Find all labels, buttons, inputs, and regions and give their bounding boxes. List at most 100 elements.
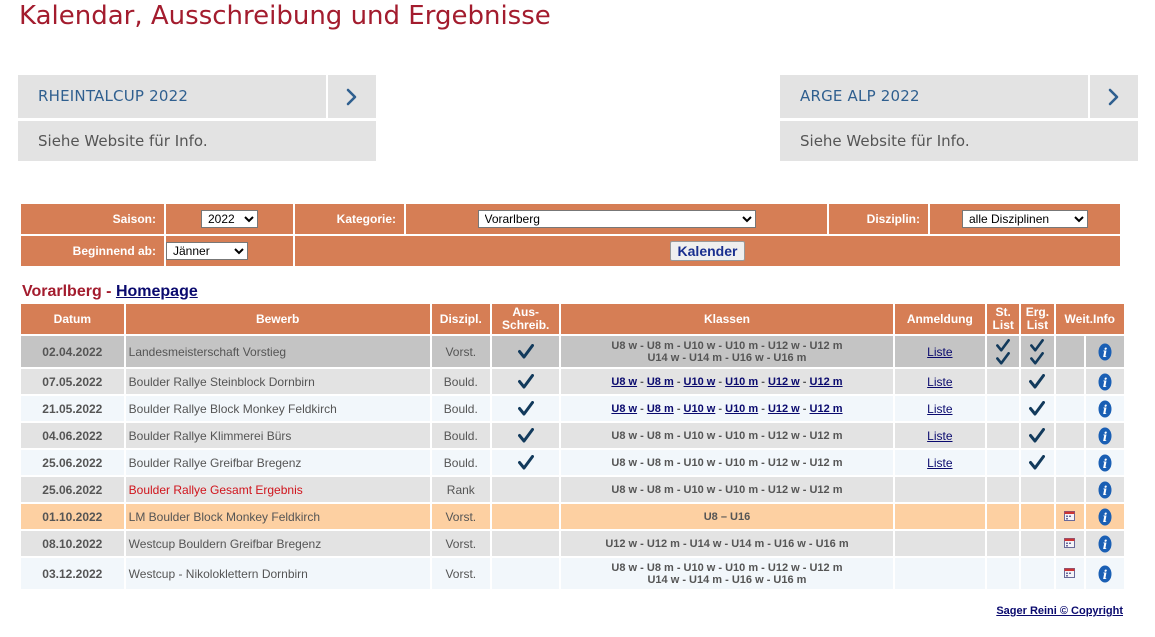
calendar-icon[interactable] bbox=[1064, 567, 1076, 578]
row-bewerb: Landesmeisterschaft Vorstieg bbox=[125, 336, 430, 367]
chevron-right-icon bbox=[1108, 88, 1119, 105]
klasse-link[interactable]: U10 m bbox=[725, 403, 758, 415]
cup-header: RHEINTALCUP 2022 bbox=[18, 75, 376, 118]
klasse-link[interactable]: U12 m bbox=[810, 376, 843, 388]
row-disziplin: Vorst. bbox=[431, 336, 490, 367]
disziplin-select[interactable]: alle Disziplinen bbox=[962, 210, 1088, 228]
checkmark-icon[interactable] bbox=[1029, 338, 1045, 352]
copyright-link[interactable]: Sager Reini © Copyright bbox=[996, 605, 1123, 617]
checkmark-icon[interactable] bbox=[517, 455, 534, 470]
cup-header: ARGE ALP 2022 bbox=[780, 75, 1138, 118]
cup-title[interactable]: RHEINTALCUP 2022 bbox=[18, 75, 326, 118]
calendar-icon[interactable] bbox=[1064, 510, 1076, 521]
info-icon[interactable]: i bbox=[1098, 454, 1112, 472]
anmeldung-liste-link[interactable]: Liste bbox=[927, 375, 952, 389]
homepage-link[interactable]: Homepage bbox=[116, 283, 198, 300]
table-row: 21.05.2022 Boulder Rallye Block Monkey F… bbox=[21, 396, 1124, 421]
row-disziplin: Vorst. bbox=[431, 531, 490, 556]
header-diszipl: Diszipl. bbox=[431, 304, 490, 334]
svg-text:i: i bbox=[1103, 484, 1108, 498]
svg-text:i: i bbox=[1103, 376, 1108, 390]
info-icon[interactable]: i bbox=[1098, 400, 1112, 418]
klasse-link[interactable]: U8 m bbox=[647, 376, 674, 388]
checkmark-icon[interactable] bbox=[995, 351, 1011, 365]
header-erg-list: Erg. List bbox=[1021, 304, 1054, 334]
table-row: 25.06.2022 Boulder Rallye Gesamt Ergebni… bbox=[21, 477, 1124, 502]
checkmark-icon[interactable] bbox=[1029, 401, 1046, 416]
row-klassen: U8 – U16 bbox=[561, 504, 893, 529]
info-icon[interactable]: i bbox=[1098, 427, 1112, 445]
row-date: 01.10.2022 bbox=[21, 504, 124, 529]
anmeldung-liste-link[interactable]: Liste bbox=[927, 429, 952, 443]
svg-text:i: i bbox=[1103, 511, 1108, 525]
cup-info: Siehe Website für Info. bbox=[780, 121, 1138, 161]
row-disziplin: Bould. bbox=[431, 450, 490, 475]
svg-text:i: i bbox=[1103, 457, 1108, 471]
row-date: 25.06.2022 bbox=[21, 450, 124, 475]
row-klassen: U8 w - U8 m - U10 w - U10 m - U12 w - U1… bbox=[561, 477, 893, 502]
klasse-link[interactable]: U12 w bbox=[768, 403, 800, 415]
row-bewerb: Boulder Rallye Klimmerei Bürs bbox=[125, 423, 430, 448]
info-icon[interactable]: i bbox=[1098, 373, 1112, 391]
svg-text:i: i bbox=[1103, 538, 1108, 552]
klasse-link[interactable]: U10 m bbox=[725, 376, 758, 388]
header-weit-info: Weit.Info bbox=[1055, 304, 1124, 334]
checkmark-icon[interactable] bbox=[1029, 428, 1046, 443]
checkmark-icon[interactable] bbox=[995, 338, 1011, 352]
klasse-link[interactable]: U12 m bbox=[810, 403, 843, 415]
anmeldung-liste-link[interactable]: Liste bbox=[927, 456, 952, 470]
row-bewerb-link[interactable]: Boulder Rallye Gesamt Ergebnis bbox=[125, 477, 430, 502]
header-st-list: St. List bbox=[987, 304, 1020, 334]
checkmark-icon[interactable] bbox=[517, 428, 534, 443]
table-row: 25.06.2022 Boulder Rallye Greifbar Brege… bbox=[21, 450, 1124, 475]
anmeldung-liste-link[interactable]: Liste bbox=[927, 345, 952, 359]
checkmark-icon[interactable] bbox=[517, 401, 534, 416]
klasse-link[interactable]: U8 w bbox=[611, 376, 637, 388]
chevron-right-icon bbox=[346, 88, 357, 105]
cup-open-button[interactable] bbox=[1088, 75, 1138, 118]
row-klassen: U8 w - U8 m - U10 w - U10 m - U12 w - U1… bbox=[561, 396, 893, 421]
row-date: 03.12.2022 bbox=[21, 558, 124, 589]
row-bewerb: Boulder Rallye Block Monkey Feldkirch bbox=[125, 396, 430, 421]
svg-text:i: i bbox=[1103, 346, 1108, 360]
checkmark-icon[interactable] bbox=[517, 374, 534, 389]
row-klassen: U8 w - U8 m - U10 w - U10 m - U12 w - U1… bbox=[561, 369, 893, 394]
header-klassen: Klassen bbox=[561, 304, 893, 334]
svg-text:i: i bbox=[1103, 430, 1108, 444]
row-bewerb: Boulder Rallye Steinblock Dornbirn bbox=[125, 369, 430, 394]
kategorie-select[interactable]: Vorarlberg bbox=[477, 210, 756, 228]
row-date: 21.05.2022 bbox=[21, 396, 124, 421]
info-icon[interactable]: i bbox=[1098, 508, 1112, 526]
row-klassen: U8 w - U8 m - U10 w - U10 m - U12 w - U1… bbox=[561, 423, 893, 448]
filter-form: Saison: 2022 Kategorie: Vorarlberg Diszi… bbox=[19, 202, 1122, 268]
row-bewerb: LM Boulder Block Monkey Feldkirch bbox=[125, 504, 430, 529]
saison-label: Saison: bbox=[21, 204, 164, 234]
header-datum: Datum bbox=[21, 304, 124, 334]
klasse-link[interactable]: U10 w bbox=[684, 376, 716, 388]
info-icon[interactable]: i bbox=[1098, 481, 1112, 499]
row-disziplin: Bould. bbox=[431, 423, 490, 448]
calendar-icon[interactable] bbox=[1064, 537, 1076, 548]
beginnend-select[interactable]: Jänner bbox=[166, 242, 248, 260]
row-bewerb: Boulder Rallye Greifbar Bregenz bbox=[125, 450, 430, 475]
checkmark-icon[interactable] bbox=[1029, 374, 1046, 389]
klasse-link[interactable]: U8 w bbox=[611, 403, 637, 415]
svg-text:i: i bbox=[1103, 403, 1108, 417]
cup-open-button[interactable] bbox=[326, 75, 376, 118]
svg-text:i: i bbox=[1103, 568, 1108, 582]
checkmark-icon[interactable] bbox=[1029, 455, 1046, 470]
klasse-link[interactable]: U12 w bbox=[768, 376, 800, 388]
info-icon[interactable]: i bbox=[1098, 535, 1112, 553]
kalender-button[interactable]: Kalender bbox=[669, 241, 746, 261]
info-icon[interactable]: i bbox=[1098, 343, 1112, 361]
info-icon[interactable]: i bbox=[1098, 565, 1112, 583]
checkmark-icon[interactable] bbox=[517, 344, 534, 359]
row-klassen: U8 w - U8 m - U10 w - U10 m - U12 w - U1… bbox=[561, 558, 893, 589]
klasse-link[interactable]: U10 w bbox=[684, 403, 716, 415]
saison-select[interactable]: 2022 bbox=[201, 210, 258, 228]
row-date: 08.10.2022 bbox=[21, 531, 124, 556]
checkmark-icon[interactable] bbox=[1029, 351, 1045, 365]
klasse-link[interactable]: U8 m bbox=[647, 403, 674, 415]
anmeldung-liste-link[interactable]: Liste bbox=[927, 402, 952, 416]
cup-title[interactable]: ARGE ALP 2022 bbox=[780, 75, 1088, 118]
